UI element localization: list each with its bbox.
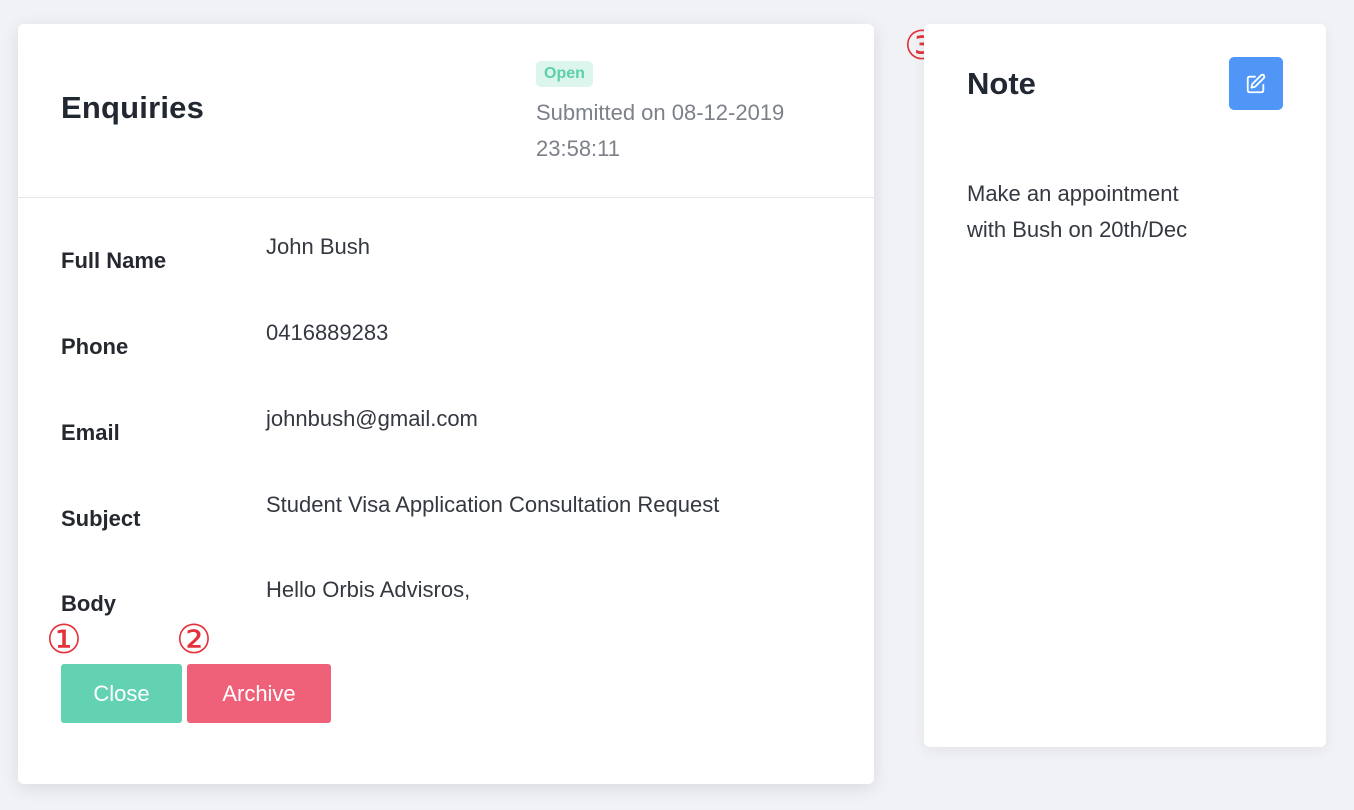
annotation-marker-2: ② (176, 617, 212, 663)
field-label-subject: Subject (61, 506, 141, 531)
page-title: Enquiries (61, 90, 205, 125)
field-label-body: Body (61, 591, 116, 616)
field-value-phone: 0416889283 (266, 320, 389, 345)
archive-button[interactable]: Archive (187, 664, 331, 723)
field-value-full-name: John Bush (266, 234, 370, 259)
note-text: Make an appointment with Bush on 20th/De… (967, 181, 1188, 242)
status-badge: Open (536, 61, 593, 87)
annotation-marker-1: ① (46, 617, 82, 663)
note-title: Note (967, 66, 1036, 101)
field-value-subject: Student Visa Application Consultation Re… (266, 492, 720, 517)
page: Enquiries Open Submitted on 08-12-2019 2… (0, 0, 1354, 810)
field-value-body: Hello Orbis Advisros, (266, 577, 471, 602)
field-row-subject: Subject Student Visa Application Consult… (61, 481, 851, 541)
field-label-email: Email (61, 420, 120, 445)
close-button[interactable]: Close (61, 664, 182, 723)
submitted-timestamp: Submitted on 08-12-2019 23:58:11 (536, 100, 785, 161)
field-row-phone: Phone 0416889283 (61, 309, 851, 369)
field-row-full-name: Full Name John Bush (61, 223, 851, 283)
field-row-email: Email johnbush@gmail.com (61, 395, 851, 455)
field-label-phone: Phone (61, 334, 129, 359)
enquiry-header: Enquiries Open Submitted on 08-12-2019 2… (18, 24, 874, 198)
edit-note-button[interactable] (1229, 57, 1283, 110)
field-label-full-name: Full Name (61, 248, 167, 273)
edit-icon (1246, 73, 1266, 93)
field-value-email: johnbush@gmail.com (266, 406, 478, 431)
note-card: Note Make an appointment with Bush on 20… (924, 24, 1326, 747)
enquiry-card: Enquiries Open Submitted on 08-12-2019 2… (18, 24, 874, 784)
